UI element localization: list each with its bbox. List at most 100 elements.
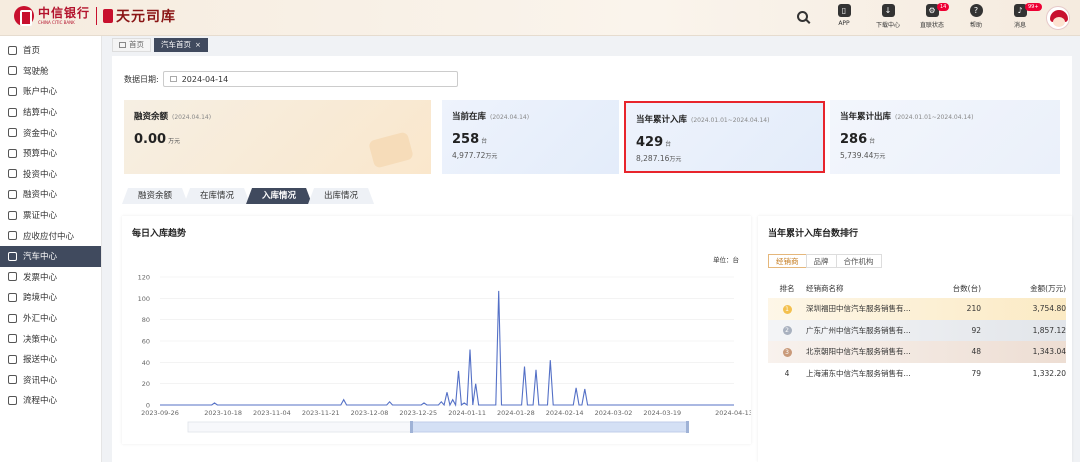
sidebar-item-crossborder[interactable]: 跨境中心 bbox=[0, 287, 101, 308]
sidebar-item-car[interactable]: 汽车中心 bbox=[0, 245, 101, 267]
dealer-name: 上海浦东中信汽车服务销售有... bbox=[806, 368, 911, 378]
invest-icon bbox=[8, 169, 17, 179]
fx-icon bbox=[8, 313, 17, 323]
tab-home[interactable]: 首页 bbox=[112, 38, 151, 52]
sidebar-item-label: 资讯中心 bbox=[23, 375, 58, 386]
dealer-count: 210 bbox=[966, 304, 981, 314]
sidebar-item-label: 票证中心 bbox=[23, 211, 58, 222]
top-help-button[interactable]: ? 帮助 bbox=[954, 4, 998, 29]
ranking-tab-dealer[interactable]: 经销商 bbox=[768, 254, 807, 268]
finance-icon bbox=[8, 189, 17, 199]
sidebar-item-dashboard[interactable]: 驾驶舱 bbox=[0, 61, 101, 82]
table-row[interactable]: 1 深圳福田中信汽车服务销售有... 210 3,754.80 bbox=[768, 298, 1066, 320]
top-download-button[interactable]: ↓ 下载中心 bbox=[866, 4, 910, 29]
table-header: 排名 经销商名称 台数(台) 金额(万元) bbox=[779, 283, 1067, 293]
table-row[interactable]: 3 北京朝阳中信汽车服务销售有... 48 1,343.04 bbox=[768, 341, 1066, 363]
card-current-stock[interactable]: 当前在库 (2024.04.14) 258 台 4,977.72万元 bbox=[442, 100, 619, 174]
sidebar-item-bill[interactable]: 票证中心 bbox=[0, 205, 101, 226]
sidebar-item-label: 资金中心 bbox=[23, 128, 58, 139]
message-badge: 99+ bbox=[1025, 3, 1042, 11]
subtab-inbound[interactable]: 入库情况 bbox=[246, 188, 312, 204]
x-tick-label: 2024-04-13 bbox=[715, 409, 751, 417]
x-tick-label: 2023-12-08 bbox=[351, 409, 389, 417]
sidebar-item-home[interactable]: 首页 bbox=[0, 40, 101, 61]
sidebar-item-label: 结算中心 bbox=[23, 108, 58, 119]
sidebar-item-fund[interactable]: 资金中心 bbox=[0, 122, 101, 143]
process-icon bbox=[8, 395, 17, 405]
report-icon bbox=[8, 354, 17, 364]
sidebar-item-receivable[interactable]: 应收应付中心 bbox=[0, 225, 101, 246]
sidebar-item-report[interactable]: 报送中心 bbox=[0, 349, 101, 370]
zoom-slider-handle-left bbox=[410, 421, 413, 433]
sidebar-item-label: 汽车中心 bbox=[23, 252, 58, 263]
sidebar-item-label: 驾驶舱 bbox=[23, 66, 49, 77]
x-tick-label: 2024-03-02 bbox=[595, 409, 633, 417]
sidebar-item-finance[interactable]: 融资中心 bbox=[0, 184, 101, 205]
series-line bbox=[160, 290, 734, 407]
subtab-stock[interactable]: 在库情况 bbox=[184, 188, 250, 204]
table-row[interactable]: 4 上海浦东中信汽车服务销售有... 79 1,332.20 bbox=[768, 363, 1066, 385]
top-app-button[interactable]: ▯ APP bbox=[822, 4, 866, 27]
sidebar-item-news[interactable]: 资讯中心 bbox=[0, 370, 101, 391]
download-icon: ↓ bbox=[881, 4, 895, 17]
search-icon[interactable] bbox=[797, 11, 808, 22]
y-tick-label: 40 bbox=[142, 359, 150, 367]
sidebar-item-account[interactable]: 账户中心 bbox=[0, 81, 101, 102]
date-picker-input[interactable]: 2024-04-14 bbox=[162, 71, 458, 87]
card-ytd-inbound[interactable]: 当年累计入库 (2024.01.01~2024.04.14) 429 台 8,287… bbox=[624, 101, 825, 173]
sidebar-item-invoice[interactable]: 发票中心 bbox=[0, 267, 101, 288]
sidebar-item-decision[interactable]: 决策中心 bbox=[0, 328, 101, 349]
sidebar-item-label: 跨境中心 bbox=[23, 293, 58, 304]
trend-chart[interactable]: 0204060801001202023-09-26 2023-10-18 2023-… bbox=[122, 216, 751, 444]
sidebar-item-label: 发票中心 bbox=[23, 272, 58, 283]
trend-panel: 每日入库趋势 单位：台 0 20 40 60 80 100 120 2023-09-26 202… bbox=[122, 216, 751, 444]
top-message-button[interactable]: ♪ 99+ 消息 bbox=[998, 3, 1042, 29]
x-tick-label: 2023-11-04 bbox=[253, 409, 291, 417]
ranking-title: 当年累计入库台数排行 bbox=[768, 229, 859, 239]
rank-number: 4 bbox=[784, 368, 790, 378]
sidebar-item-label: 应收应付中心 bbox=[23, 231, 75, 242]
sidebar-item-process[interactable]: 流程中心 bbox=[0, 390, 101, 411]
budget-icon bbox=[8, 148, 17, 158]
sidebar-item-settlement[interactable]: 结算中心 bbox=[0, 102, 101, 123]
sidebar-item-budget[interactable]: 预算中心 bbox=[0, 143, 101, 164]
date-label: 数据日期: bbox=[124, 74, 159, 84]
ranking-tab-partner[interactable]: 合作机构 bbox=[835, 254, 882, 268]
avatar[interactable] bbox=[1046, 6, 1070, 30]
receivable-icon bbox=[8, 231, 17, 241]
dealer-count: 48 bbox=[971, 347, 981, 357]
app-icon: ▯ bbox=[837, 4, 851, 17]
card-value: 286 bbox=[840, 132, 868, 147]
dealer-name: 北京朝阳中信汽车服务销售有... bbox=[806, 347, 911, 357]
y-tick-label: 60 bbox=[142, 338, 150, 346]
y-tick-label: 80 bbox=[142, 316, 150, 324]
sidebar-item-invest[interactable]: 投资中心 bbox=[0, 164, 101, 185]
table-row[interactable]: 2 广东广州中信汽车服务销售有... 92 1,857.12 bbox=[768, 319, 1066, 341]
top-status-button[interactable]: ⚙ 14 直联状态 bbox=[910, 3, 954, 29]
ranking-table: 排名 经销商名称 台数(台) 金额(万元) 1 深圳福田中信汽车服务销售有... 2… bbox=[768, 278, 1066, 384]
dealer-amount: 1,332.20 bbox=[1032, 368, 1066, 378]
card-value: 258 bbox=[452, 132, 480, 147]
dealer-name: 广东广州中信汽车服务销售有... bbox=[806, 325, 911, 335]
card-value: 0.00 bbox=[134, 132, 167, 147]
home-icon bbox=[119, 42, 126, 48]
card-ytd-outbound[interactable]: 当年累计出库 (2024.01.01~2024.04.14) 286 台 5,739… bbox=[830, 100, 1060, 174]
subtab-financing[interactable]: 融资余额 bbox=[122, 188, 188, 204]
ranking-tab-brand[interactable]: 品牌 bbox=[805, 254, 837, 268]
x-tick-label: 2023-12-25 bbox=[399, 409, 437, 417]
bank-name-en: CHINA CITIC BANK bbox=[38, 20, 75, 25]
bank-name: 中信银行 bbox=[38, 6, 91, 20]
zoom-slider-window bbox=[411, 421, 689, 433]
card-financing-balance[interactable]: 融资余额 (2024.04.14) 0.00 万元 bbox=[124, 100, 431, 174]
help-icon: ? bbox=[969, 4, 983, 17]
logo-divider bbox=[96, 7, 98, 25]
subtab-outbound[interactable]: 出库情况 bbox=[308, 188, 374, 204]
close-icon[interactable]: × bbox=[195, 38, 201, 52]
dealer-amount: 1,857.12 bbox=[1032, 325, 1066, 335]
sidebar-item-fx[interactable]: 外汇中心 bbox=[0, 308, 101, 329]
invoice-icon bbox=[8, 272, 17, 282]
top-bar: 中信银行 CHINA CITIC BANK 天元司库 ▯ APP ↓ 下载中心 … bbox=[0, 0, 1080, 36]
x-tick-label: 2024-01-11 bbox=[448, 409, 486, 417]
sidebar-item-label: 融资中心 bbox=[23, 190, 58, 201]
tab-car-home[interactable]: 汽车首页 × bbox=[154, 38, 208, 52]
